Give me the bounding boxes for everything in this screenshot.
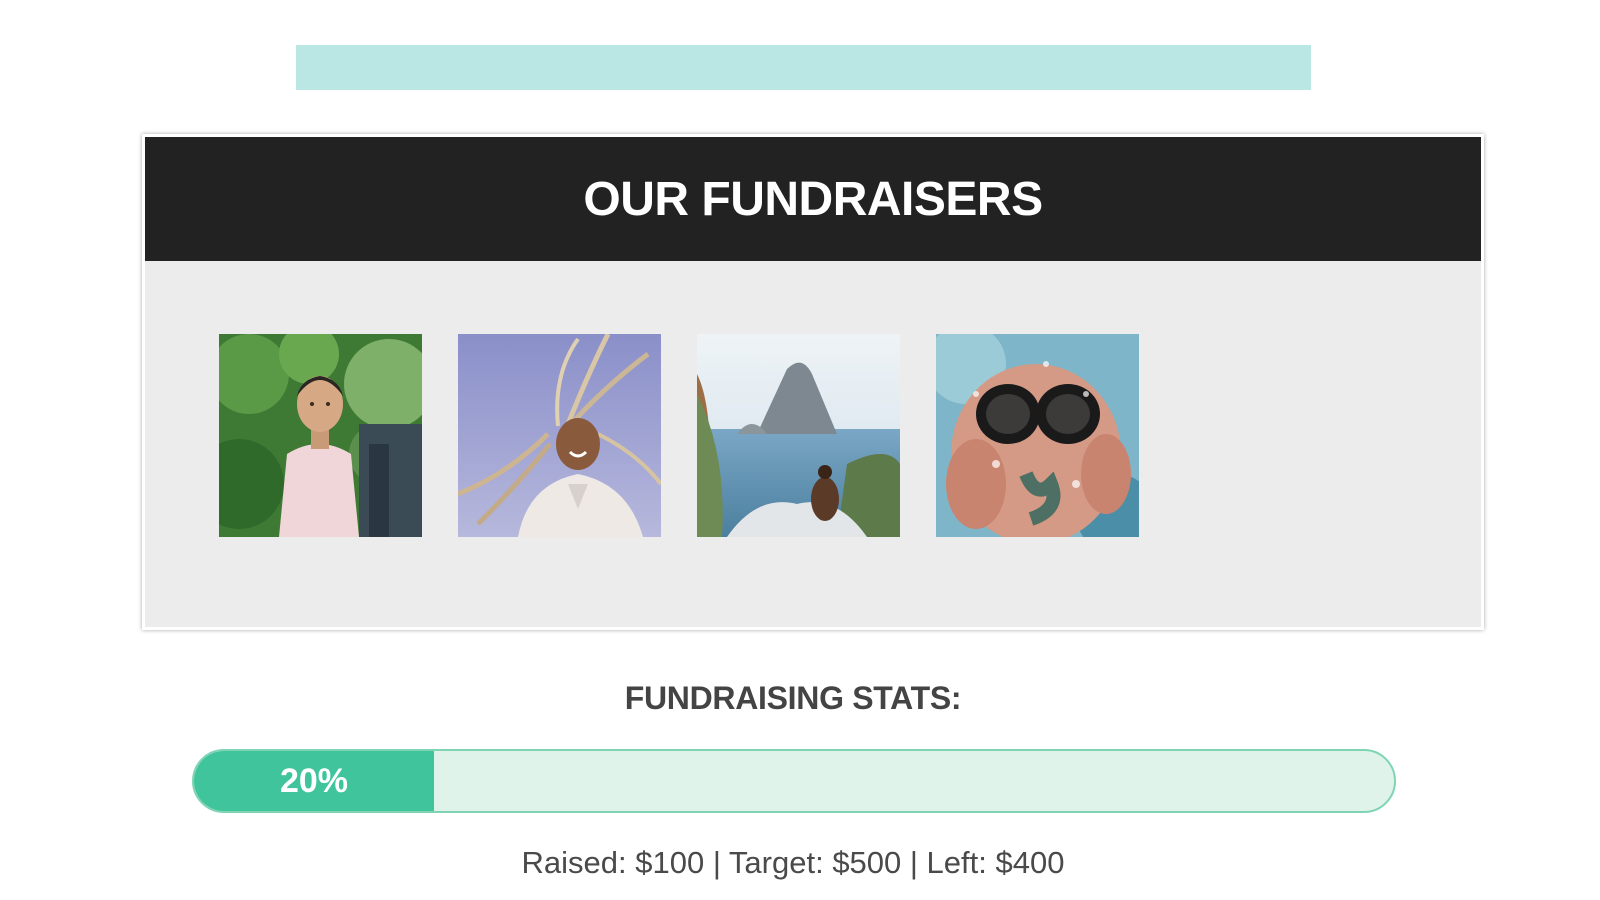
page: OUR FUNDRAISERS FUNDRAISING STATS: 20% R… bbox=[0, 0, 1600, 900]
woman-in-garden-image bbox=[219, 334, 422, 537]
fundraiser-thumbnails bbox=[219, 334, 1139, 537]
fundraiser-photo-4[interactable] bbox=[936, 334, 1139, 537]
person-by-sea-rock-image bbox=[697, 334, 900, 537]
top-banner bbox=[296, 45, 1311, 90]
woman-with-braids-image bbox=[458, 334, 661, 537]
fundraiser-photo-1[interactable] bbox=[219, 334, 422, 537]
fundraisers-header: OUR FUNDRAISERS bbox=[145, 137, 1481, 261]
progress-percent-label: 20% bbox=[279, 761, 349, 800]
fundraising-summary: Raised: $100 | Target: $500 | Left: $400 bbox=[521, 845, 1065, 880]
fundraisers-card: OUR FUNDRAISERS bbox=[142, 134, 1484, 630]
snorkeler-underwater-image bbox=[936, 334, 1139, 537]
progress-bar-fill: 20% bbox=[194, 751, 434, 811]
fundraiser-photo-2[interactable] bbox=[458, 334, 661, 537]
progress-bar: 20% bbox=[192, 749, 1396, 813]
fundraising-stats-title: FUNDRAISING STATS: bbox=[624, 680, 962, 716]
fundraiser-photo-3[interactable] bbox=[697, 334, 900, 537]
fundraisers-title: OUR FUNDRAISERS bbox=[583, 172, 1043, 226]
